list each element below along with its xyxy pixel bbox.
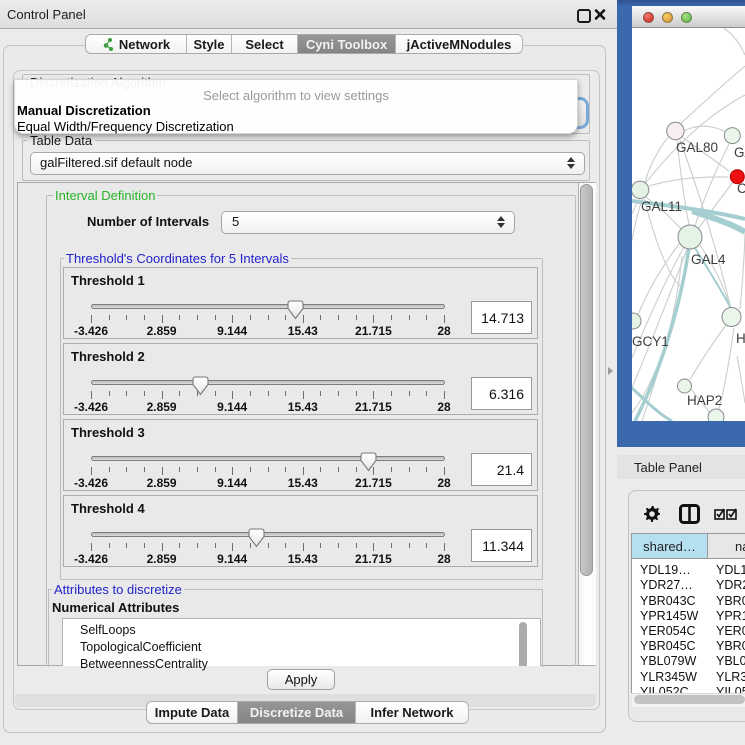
svg-text:GA: GA — [734, 145, 745, 160]
svg-text:GAL80: GAL80 — [676, 140, 718, 155]
svg-text:GAL11: GAL11 — [641, 199, 682, 214]
svg-text:GAL4: GAL4 — [691, 252, 726, 267]
svg-text:C: C — [737, 181, 745, 196]
svg-text:HAP2: HAP2 — [687, 393, 722, 408]
svg-text:H: H — [736, 331, 745, 346]
svg-text:GCY1: GCY1 — [632, 334, 669, 349]
